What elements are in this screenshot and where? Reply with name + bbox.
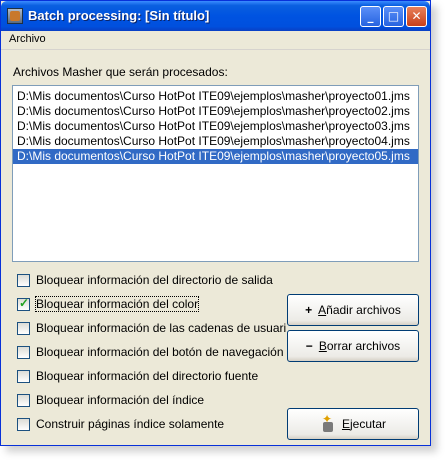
minimize-button[interactable]: _ xyxy=(360,6,381,27)
option-build-index-only[interactable]: Construir páginas índice solamente xyxy=(17,416,224,432)
option-label: Bloquear información del botón de navega… xyxy=(36,345,284,359)
option-label: Bloquear información de las cadenas de u… xyxy=(36,321,286,335)
files-list-label: Archivos Masher que serán procesados: xyxy=(13,65,228,79)
file-list-item[interactable]: D:\Mis documentos\Curso HotPot ITE09\eje… xyxy=(13,119,418,134)
plus-icon: + xyxy=(305,303,313,317)
checkbox-checked[interactable] xyxy=(17,296,30,311)
remove-files-label: Borrar archivos xyxy=(318,339,401,353)
checkbox[interactable] xyxy=(17,321,30,335)
option-block-nav-button[interactable]: Bloquear información del botón de navega… xyxy=(17,344,286,360)
add-files-label: Añadir archivos xyxy=(318,303,401,317)
option-block-color[interactable]: Bloquear información del color xyxy=(17,296,200,312)
option-label: Bloquear información del índice xyxy=(36,393,205,407)
app-icon xyxy=(7,8,23,24)
option-label: Bloquear información del directorio de s… xyxy=(36,273,273,287)
option-block-user-strings[interactable]: Bloquear información de las cadenas de u… xyxy=(17,320,286,336)
minus-icon: − xyxy=(305,339,313,353)
option-block-source-dir[interactable]: Bloquear información del directorio fuen… xyxy=(17,368,258,384)
file-list-item[interactable]: D:\Mis documentos\Curso HotPot ITE09\eje… xyxy=(13,89,418,104)
execute-icon xyxy=(320,412,336,432)
option-label: Construir páginas índice solamente xyxy=(36,417,225,431)
checkbox[interactable] xyxy=(17,417,30,431)
checkbox[interactable] xyxy=(17,273,30,287)
file-list-item[interactable]: D:\Mis documentos\Curso HotPot ITE09\eje… xyxy=(13,104,418,119)
title-bar[interactable]: Batch processing: [Sin título] _ □ ✕ xyxy=(1,1,430,31)
checkbox[interactable] xyxy=(17,369,30,383)
menu-bar: Archivo xyxy=(1,31,430,50)
checkbox[interactable] xyxy=(17,345,30,359)
checkbox[interactable] xyxy=(17,393,30,407)
remove-files-button[interactable]: − Borrar archivos xyxy=(287,330,419,362)
close-button[interactable]: ✕ xyxy=(406,6,427,27)
option-label: Bloquear información del color xyxy=(34,296,200,312)
add-files-button[interactable]: + Añadir archivos xyxy=(287,294,419,326)
files-listbox[interactable]: D:\Mis documentos\Curso HotPot ITE09\eje… xyxy=(12,85,419,262)
window-title: Batch processing: [Sin título] xyxy=(28,8,210,23)
execute-button[interactable]: Ejecutar xyxy=(287,408,419,440)
option-block-index[interactable]: Bloquear información del índice xyxy=(17,392,204,408)
file-list-item[interactable]: D:\Mis documentos\Curso HotPot ITE09\eje… xyxy=(13,134,418,149)
execute-label: Ejecutar xyxy=(341,417,387,431)
file-list-item-selected[interactable]: D:\Mis documentos\Curso HotPot ITE09\eje… xyxy=(13,149,418,164)
menu-archivo[interactable]: Archivo xyxy=(9,33,46,45)
option-block-output-dir[interactable]: Bloquear información del directorio de s… xyxy=(17,272,273,288)
batch-processing-window: Batch processing: [Sin título] _ □ ✕ Arc… xyxy=(0,0,431,446)
option-label: Bloquear información del directorio fuen… xyxy=(36,369,259,383)
maximize-button[interactable]: □ xyxy=(383,6,404,27)
